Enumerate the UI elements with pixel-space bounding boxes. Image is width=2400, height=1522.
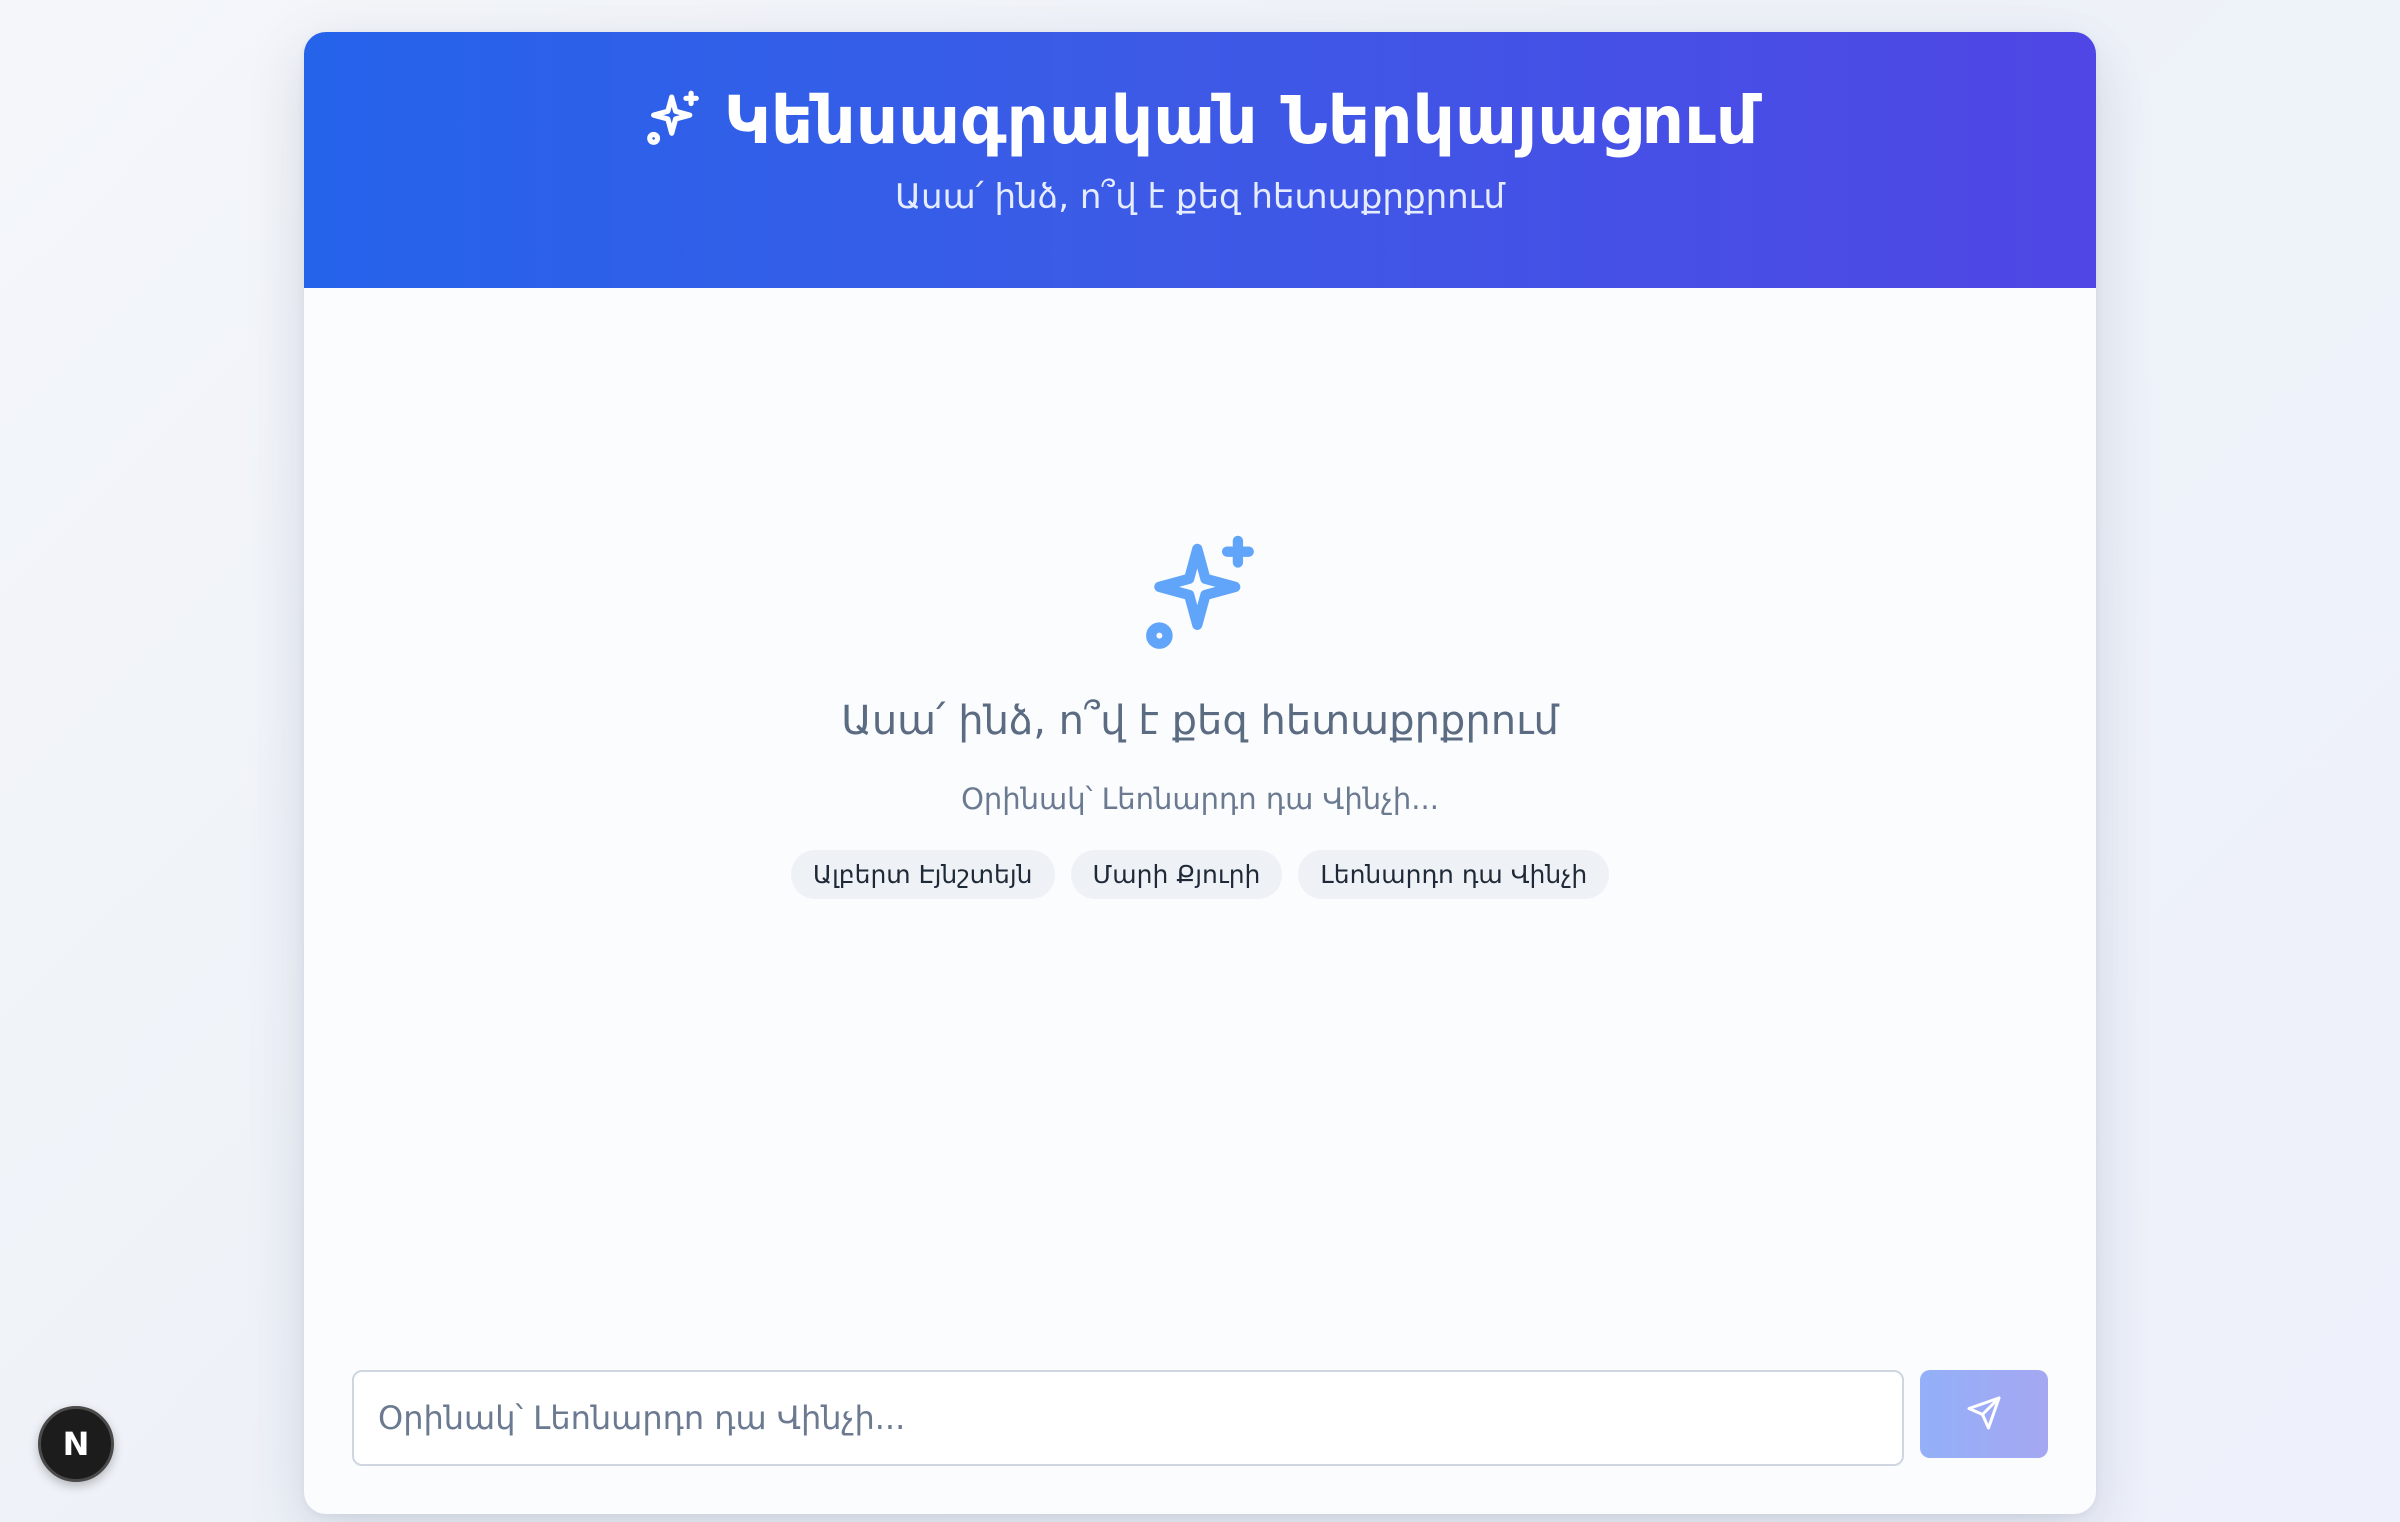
suggestion-chip-einstein[interactable]: Ալբերտ Էյնշտեյն <box>790 850 1055 899</box>
suggestion-chip-curie[interactable]: Մարի Քյուրի <box>1070 850 1283 899</box>
send-icon <box>1966 1395 2002 1434</box>
search-input-wrapper <box>352 1370 1904 1466</box>
send-button[interactable] <box>1920 1370 2048 1458</box>
empty-state-prompt: Ասա՛ ինձ, ո՞վ է քեզ հետաքրքրում <box>841 698 1559 744</box>
composer <box>352 1370 2048 1466</box>
chat-card: Կենսագրական Ներկայացում Ասա՛ ինձ, ո՞վ է … <box>304 32 2096 1514</box>
sparkles-icon <box>1135 530 1265 664</box>
search-input[interactable] <box>378 1399 1878 1437</box>
dev-tools-badge[interactable]: N <box>38 1406 114 1482</box>
chat-area: Ասա՛ ինձ, ո՞վ է քեզ հետաքրքրում Օրինակ՝ … <box>304 288 2096 1514</box>
suggestion-chip-da-vinci[interactable]: Լեոնարդո դա Վինչի <box>1298 850 1610 899</box>
empty-state: Ասա՛ ինձ, ո՞վ է քեզ հետաքրքրում Օրինակ՝ … <box>304 530 2096 899</box>
page-title: Կենսագրական Ներկայացում <box>723 82 1759 159</box>
empty-state-example: Օրինակ՝ Լեոնարդո դա Վինչի... <box>961 782 1439 816</box>
sparkles-icon <box>642 88 704 154</box>
page-subtitle: Ասա՛ ինձ, ո՞վ է քեզ հետաքրքրում <box>895 177 1505 217</box>
header: Կենսագրական Ներկայացում Ասա՛ ինձ, ո՞վ է … <box>304 32 2096 288</box>
suggestion-chips: Ալբերտ Էյնշտեյն Մարի Քյուրի Լեոնարդո դա … <box>790 850 1610 899</box>
header-title-row: Կենսագրական Ներկայացում <box>642 82 1758 159</box>
